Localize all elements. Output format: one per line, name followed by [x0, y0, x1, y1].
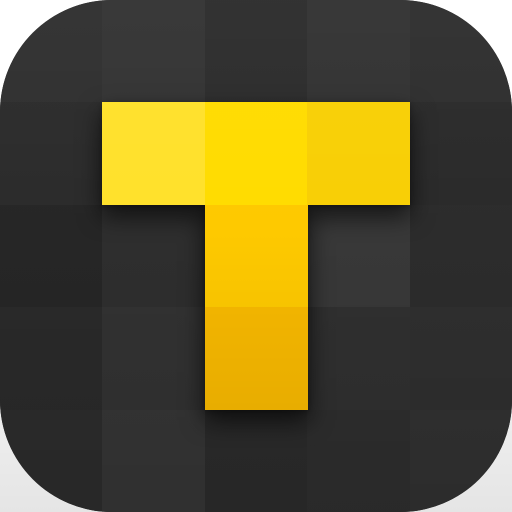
- letter-t-block: [205, 307, 308, 410]
- letter-t-block: [205, 102, 308, 205]
- letter-t-block: [307, 102, 410, 205]
- letter-t-block: [205, 205, 308, 308]
- letter-t-block: [102, 102, 205, 205]
- icon-stage: [0, 0, 512, 512]
- letter-t-icon: [0, 0, 512, 512]
